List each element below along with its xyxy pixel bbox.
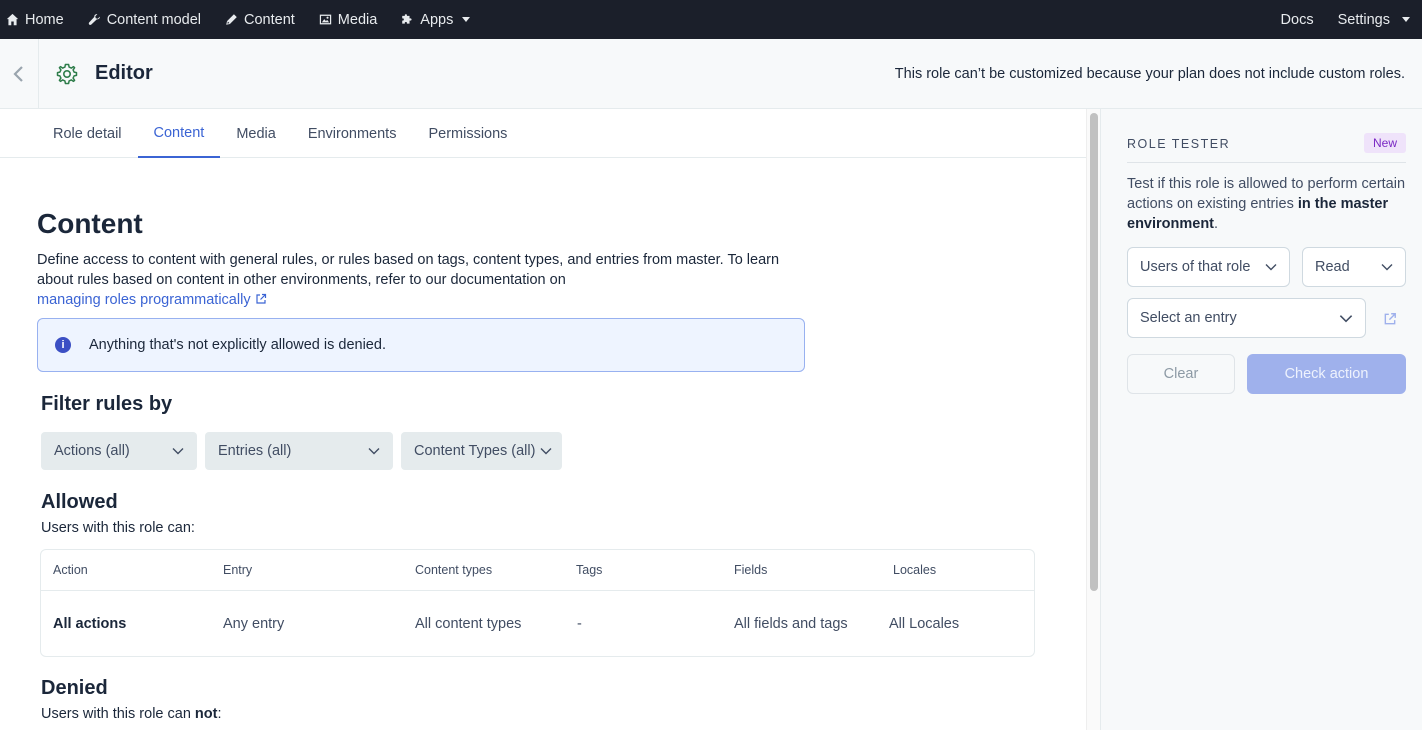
check-action-button[interactable]: Check action	[1247, 354, 1406, 394]
nav-apps-label: Apps	[420, 11, 454, 28]
nav-settings-label: Settings	[1337, 11, 1390, 28]
denied-subtitle-prefix: Users with this role can	[41, 706, 195, 722]
column-header-locales: Locales	[893, 563, 937, 577]
column-header-content-types: Content types	[415, 563, 493, 577]
action-select[interactable]: Read	[1302, 247, 1406, 287]
nav-docs[interactable]: Docs	[1275, 0, 1326, 39]
nav-apps[interactable]: Apps	[389, 0, 482, 39]
denied-subtitle-bold: not	[194, 706, 218, 722]
tab-content[interactable]: Content	[137, 109, 221, 158]
column-header-action: Action	[53, 563, 88, 577]
role-tester-description: Test if this role is allowed to perform …	[1127, 174, 1407, 234]
main-content: Content Define access to content with ge…	[0, 158, 1086, 730]
info-note-text: Anything that's not explicitly allowed i…	[89, 337, 386, 353]
home-icon	[6, 13, 19, 26]
page-title: Editor	[95, 62, 153, 84]
role-tester-title: ROLE TESTER	[1127, 137, 1231, 151]
nav-content[interactable]: Content	[213, 0, 307, 39]
filter-content-types-label: Content Types (all)	[414, 443, 536, 459]
nav-docs-label: Docs	[1280, 11, 1314, 28]
filter-entries-label: Entries (all)	[218, 443, 292, 459]
plan-restriction-note: This role can’t be customized because yo…	[894, 65, 1405, 82]
clear-button[interactable]: Clear	[1127, 354, 1235, 394]
external-link-icon	[255, 293, 266, 304]
chevron-down-icon	[1402, 17, 1410, 22]
section-heading: Content	[37, 208, 143, 239]
cell-content-types: All content types	[415, 616, 522, 632]
nav-home-label: Home	[25, 11, 64, 28]
cell-action: All actions	[53, 616, 127, 632]
description-text: Define access to content with general ru…	[37, 252, 780, 288]
nav-content-model-label: Content model	[106, 11, 201, 28]
tab-media[interactable]: Media	[220, 109, 292, 158]
chevron-down-icon	[172, 448, 184, 455]
user-select-value: Users of that role	[1140, 259, 1251, 275]
scrollbar-thumb[interactable]	[1090, 113, 1098, 591]
doc-link[interactable]: managing roles programmatically	[37, 292, 267, 308]
image-icon	[319, 14, 331, 25]
filter-actions-label: Actions (all)	[54, 443, 130, 459]
denied-subtitle-suffix: :	[217, 706, 222, 722]
gear-icon	[56, 63, 78, 84]
nav-right-group: Docs Settings	[1275, 0, 1422, 39]
chevron-down-icon	[1339, 314, 1353, 322]
filter-content-types-select[interactable]: Content Types (all)	[401, 432, 562, 470]
cell-fields: All fields and tags	[734, 616, 848, 632]
column-header-entry: Entry	[223, 563, 253, 577]
chevron-down-icon	[1381, 264, 1393, 271]
nav-content-model[interactable]: Content model	[76, 0, 213, 39]
wrench-icon	[88, 14, 100, 25]
user-select[interactable]: Users of that role	[1127, 247, 1290, 287]
action-select-value: Read	[1315, 259, 1350, 275]
main-scrollbar[interactable]	[1086, 109, 1100, 730]
filter-actions-select[interactable]: Actions (all)	[41, 432, 197, 470]
external-link-icon[interactable]	[1383, 312, 1397, 326]
tab-permissions[interactable]: Permissions	[412, 109, 523, 158]
top-navigation: Home Content model Content Media Apps Do…	[0, 0, 1422, 39]
puzzle-icon	[402, 14, 412, 24]
chevron-left-icon	[13, 65, 23, 82]
allowed-subtitle: Users with this role can:	[41, 520, 195, 536]
entry-select[interactable]: Select an entry	[1127, 298, 1366, 338]
cell-locales: All Locales	[889, 616, 960, 632]
new-badge: New	[1364, 133, 1406, 153]
nav-home[interactable]: Home	[0, 0, 76, 39]
doc-link-label: managing roles programmatically	[37, 292, 251, 308]
filter-entries-select[interactable]: Entries (all)	[205, 432, 393, 470]
info-icon: i	[55, 337, 71, 353]
column-header-fields: Fields	[734, 563, 768, 577]
nav-media[interactable]: Media	[307, 0, 390, 39]
page-header: Editor This role can’t be customized bec…	[0, 38, 1422, 109]
chevron-down-icon	[540, 448, 552, 455]
denied-subtitle: Users with this role can not:	[41, 706, 222, 722]
nav-media-label: Media	[337, 11, 378, 28]
pen-icon	[226, 14, 237, 25]
info-note: i Anything that's not explicitly allowed…	[37, 318, 805, 372]
tester-desc-suffix: .	[1214, 216, 1219, 232]
section-description: Define access to content with general ru…	[37, 250, 807, 310]
cell-entry: Any entry	[223, 616, 285, 632]
nav-content-label: Content	[244, 11, 295, 28]
tab-environments[interactable]: Environments	[292, 109, 413, 158]
back-button[interactable]	[0, 38, 39, 109]
tab-role-detail[interactable]: Role detail	[37, 109, 138, 158]
allowed-rules-table: Action Entry Content types Tags Fields L…	[40, 549, 1035, 657]
column-header-tags: Tags	[576, 563, 603, 577]
chevron-down-icon	[368, 448, 380, 455]
chevron-down-icon	[1265, 264, 1277, 271]
filter-heading: Filter rules by	[41, 393, 173, 415]
chevron-down-icon	[462, 17, 471, 22]
divider	[1127, 162, 1406, 163]
entry-select-value: Select an entry	[1140, 310, 1237, 326]
cell-tags: -	[577, 616, 582, 632]
tab-bar: Role detail Content Media Environments P…	[0, 109, 1086, 158]
table-row[interactable]: All actions Any entry All content types …	[41, 591, 1034, 657]
role-tester-panel: ROLE TESTER New Test if this role is all…	[1100, 109, 1422, 730]
denied-heading: Denied	[41, 677, 108, 699]
table-header: Action Entry Content types Tags Fields L…	[41, 550, 1034, 591]
nav-settings[interactable]: Settings	[1326, 0, 1422, 39]
allowed-heading: Allowed	[41, 491, 118, 513]
